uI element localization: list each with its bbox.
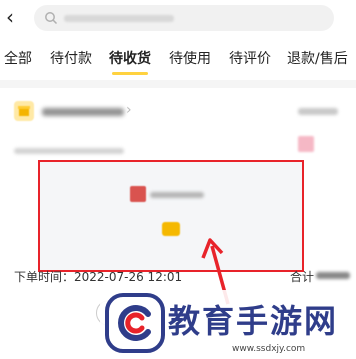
- search-input[interactable]: [34, 5, 334, 31]
- shop-name-blurred[interactable]: [42, 108, 124, 116]
- total-amount-blurred: [316, 272, 350, 279]
- search-icon: [44, 10, 58, 29]
- active-tab-indicator: [112, 72, 148, 75]
- order-time: 下单时间：2022-07-26 12:01: [14, 270, 183, 284]
- product-thumbnail: [130, 186, 146, 202]
- tag-icon: [298, 136, 314, 152]
- shop-icon: [14, 101, 34, 121]
- coupon-icon: [162, 222, 180, 236]
- tab-refund-aftersale[interactable]: 退款/售后: [287, 48, 348, 68]
- order-info-blurred: [14, 148, 124, 154]
- product-highlight-box[interactable]: [38, 160, 304, 272]
- tab-pending-use[interactable]: 待使用: [169, 48, 211, 68]
- search-placeholder-blurred: [64, 15, 174, 22]
- order-tabs: 全部 待付款 待收货 待使用 待评价 退款/售后: [0, 36, 356, 80]
- tab-pending-receipt[interactable]: 待收货: [109, 48, 151, 68]
- total-label: 合计: [290, 270, 315, 284]
- tab-pending-review[interactable]: 待评价: [229, 48, 271, 68]
- watermark-url: www.ssdxjy.com: [232, 344, 306, 354]
- watermark-text: 教育手游网: [168, 302, 339, 340]
- back-arrow-icon[interactable]: ‹: [6, 6, 14, 28]
- chevron-right-icon: ›: [126, 102, 132, 118]
- tab-all[interactable]: 全部: [4, 48, 32, 68]
- top-bar: ‹: [0, 0, 356, 36]
- order-status-blurred: [298, 108, 338, 115]
- product-title-blurred: [150, 192, 204, 198]
- tab-pending-payment[interactable]: 待付款: [50, 48, 92, 68]
- watermark-logo: [105, 293, 165, 353]
